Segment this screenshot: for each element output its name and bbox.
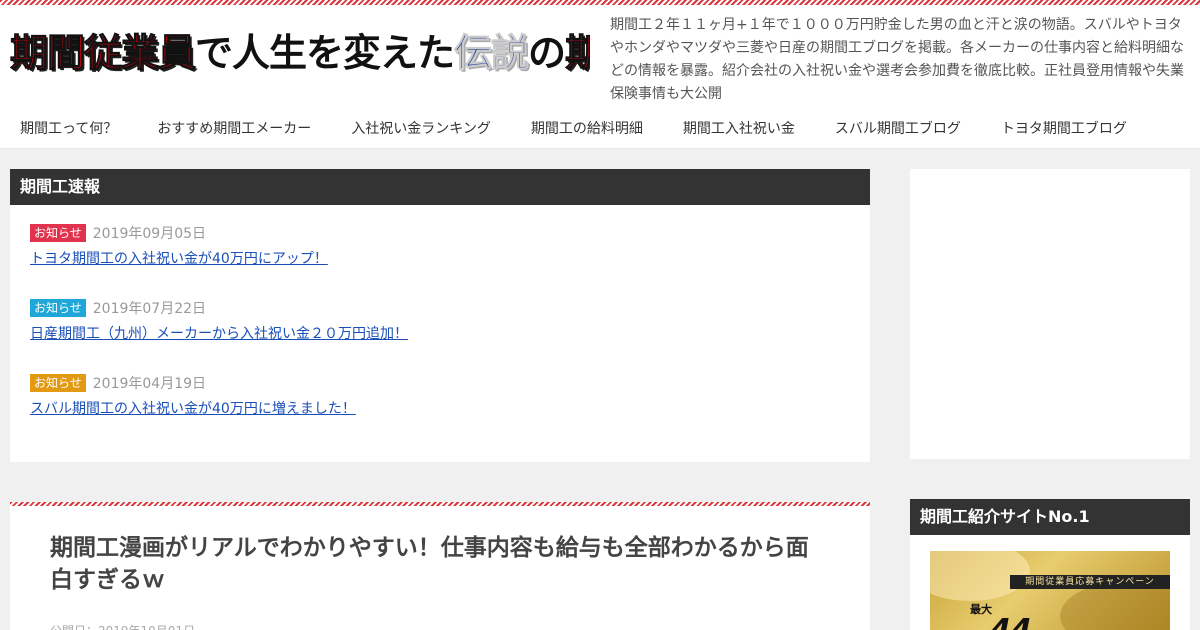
news-title: 期間工速報 [10, 169, 870, 205]
logo-part-4: の [528, 31, 566, 75]
news-link[interactable]: 日産期間工（九州）メーカーから入社祝い金２０万円追加！ [30, 323, 850, 343]
news-item: お知らせ 2019年04月19日 スバル期間工の入社祝い金が40万円に増えました… [30, 374, 850, 449]
nav-item-bonus-ranking[interactable]: 入社祝い金ランキング [331, 118, 511, 138]
news-badge: お知らせ [30, 374, 86, 392]
logo-part-3: 伝説 [454, 31, 530, 76]
logo-part-5: 期間工ブログ [565, 31, 590, 76]
sidebar-widget: 期間工紹介サイトNo.1 期間従業員応募キャンペーン 最大 44 [910, 499, 1190, 630]
logo-part-1: 期間従業員 [10, 31, 197, 76]
banner-amount: 44 [990, 613, 1032, 630]
news-date: 2019年07月22日 [92, 301, 207, 317]
nav-item-toyota-blog[interactable]: トヨタ期間工ブログ [981, 118, 1147, 138]
nav-item-recommended-makers[interactable]: おすすめ期間工メーカー [137, 118, 331, 138]
site-header: 期間従業員 で人生を変えた 伝説 の 期間工ブログ 期間工２年１１ヶ月+１年で１… [0, 5, 1200, 106]
logo-part-2: で人生を変えた [195, 31, 455, 75]
news-link[interactable]: スバル期間工の入社祝い金が40万円に増えました！ [30, 398, 850, 418]
article-title[interactable]: 期間工漫画がリアルでわかりやすい！仕事内容も給与も全部わかるから面白すぎるｗ [10, 506, 870, 596]
news-date: 2019年04月19日 [92, 376, 207, 392]
banner-max-label: 最大 [970, 603, 992, 616]
news-badge: お知らせ [30, 224, 86, 242]
nav-item-subaru-blog[interactable]: スバル期間工ブログ [815, 118, 981, 138]
news-badge: お知らせ [30, 299, 86, 317]
article-date: 公開日：2019年10月01日 [10, 596, 870, 630]
news-list: お知らせ 2019年09月05日 トヨタ期間工の入社祝い金が40万円にアップ！ … [10, 205, 870, 449]
news-item: お知らせ 2019年09月05日 トヨタ期間工の入社祝い金が40万円にアップ！ [30, 224, 850, 299]
nav-item-payslip[interactable]: 期間工の給料明細 [511, 118, 663, 138]
news-date: 2019年09月05日 [92, 226, 207, 242]
article-card: 期間工漫画がリアルでわかりやすい！仕事内容も給与も全部わかるから面白すぎるｗ 公… [10, 502, 870, 630]
site-logo[interactable]: 期間従業員 で人生を変えた 伝説 の 期間工ブログ [10, 17, 590, 89]
news-link[interactable]: トヨタ期間工の入社祝い金が40万円にアップ！ [30, 248, 850, 268]
sidebar-ad-slot [910, 169, 1190, 459]
nav-item-joining-bonus[interactable]: 期間工入社祝い金 [663, 118, 815, 138]
banner-strip: 期間従業員応募キャンペーン [1010, 575, 1170, 589]
campaign-banner[interactable]: 期間従業員応募キャンペーン 最大 44 [930, 551, 1170, 630]
global-nav: 期間工って何？ おすすめ期間工メーカー 入社祝い金ランキング 期間工の給料明細 … [0, 106, 1200, 149]
news-item: お知らせ 2019年07月22日 日産期間工（九州）メーカーから入社祝い金２０万… [30, 299, 850, 374]
nav-item-what-is[interactable]: 期間工って何？ [0, 118, 137, 138]
site-tagline: 期間工２年１１ヶ月+１年で１０００万円貯金した男の血と汗と涙の物語。スバルやトヨ… [610, 17, 1184, 102]
news-box: 期間工速報 お知らせ 2019年09月05日 トヨタ期間工の入社祝い金が40万円… [10, 169, 870, 462]
sidebar-widget-title: 期間工紹介サイトNo.1 [910, 499, 1190, 535]
